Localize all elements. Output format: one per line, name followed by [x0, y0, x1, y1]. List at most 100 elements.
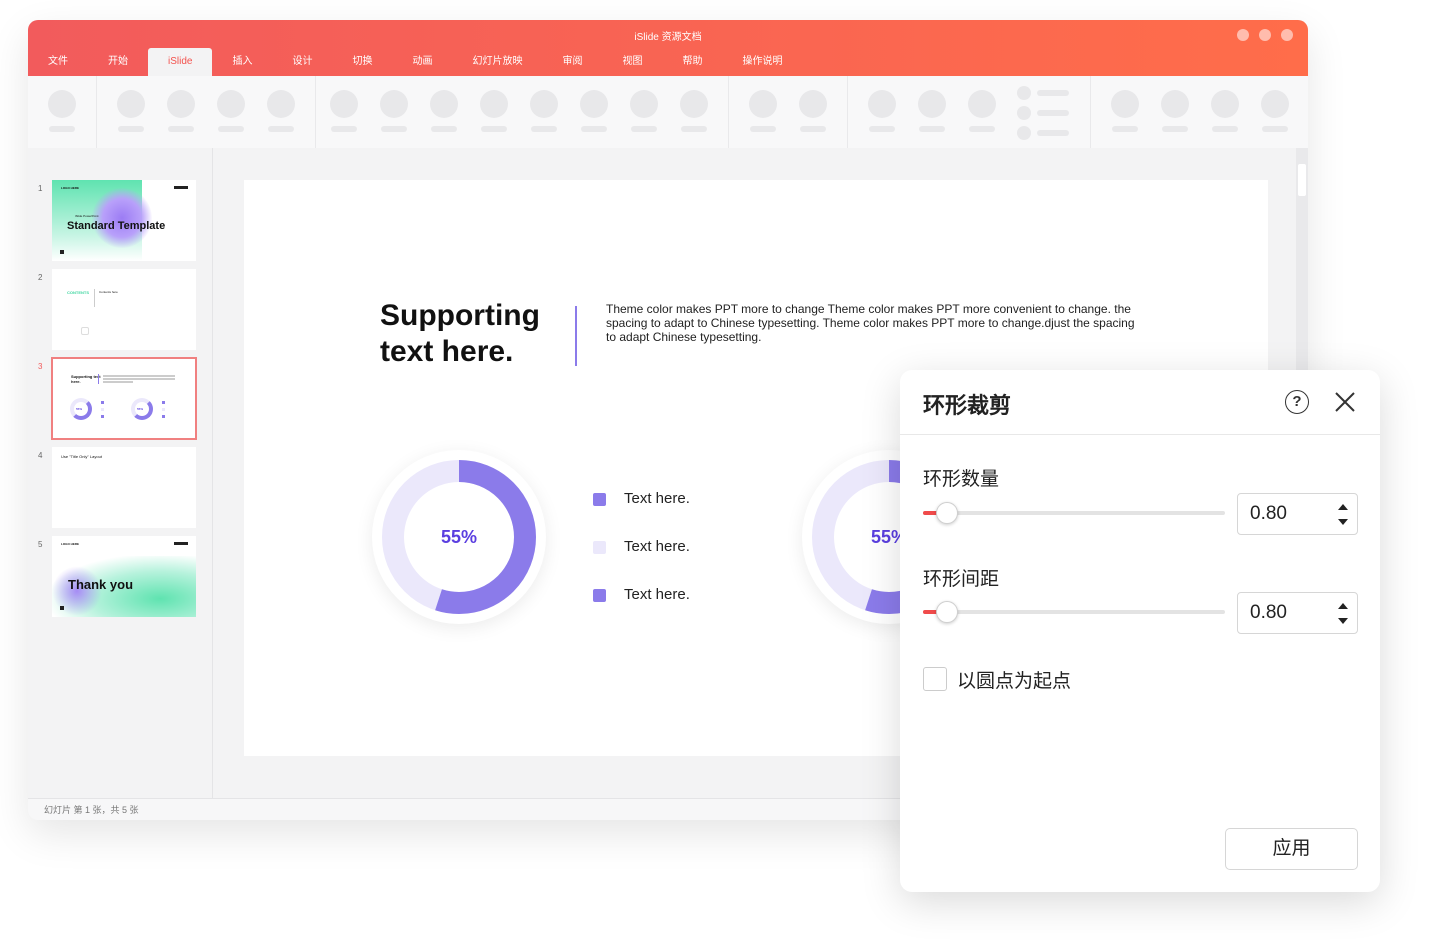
ring-spacing-stepper[interactable]: 0.80 — [1237, 592, 1358, 634]
slide-thumbnail-1[interactable]: LOGO HERE iSlide PowerPoint Standard Tem… — [52, 180, 196, 261]
toolbar-button[interactable] — [627, 90, 661, 138]
ring-count-label: 环形数量 — [923, 469, 1000, 490]
scrollbar-thumb[interactable] — [1298, 164, 1306, 196]
toolbar-button[interactable] — [1208, 90, 1242, 138]
thumbnail-legend-dot — [101, 415, 104, 418]
thumbnail-number: 1 — [38, 184, 43, 193]
slide-thumbnail-panel: 1 LOGO HERE iSlide PowerPoint Standard T… — [28, 148, 213, 798]
toolbar-button[interactable] — [965, 90, 999, 138]
window-controls — [1237, 29, 1293, 41]
increment-icon[interactable] — [1337, 502, 1349, 512]
toolbar-button[interactable] — [865, 90, 899, 138]
minimize-button[interactable] — [1237, 29, 1249, 41]
slide-title[interactable]: Supporting text here. — [380, 298, 540, 370]
ring-count-value[interactable]: 0.80 — [1250, 503, 1287, 525]
decrement-icon[interactable] — [1337, 517, 1349, 527]
apply-button[interactable]: 应用 — [1225, 828, 1358, 870]
thumbnail-item-5: 5 LOGO HERE Thank you — [28, 536, 213, 618]
toolbar-button[interactable] — [796, 90, 830, 138]
toolbar-button[interactable] — [1258, 90, 1292, 138]
toolbar-group-4 — [729, 76, 848, 148]
tab-file[interactable]: 文件 — [28, 48, 88, 76]
tab-home[interactable]: 开始 — [88, 48, 148, 76]
toolbar-button[interactable] — [915, 90, 949, 138]
thumbnail-text-line — [103, 378, 175, 380]
start-from-dot-checkbox[interactable] — [923, 667, 947, 691]
thumbnail-item-4: 4 Use "Title Only" Layout — [28, 447, 213, 529]
toolbar-button[interactable] — [114, 90, 148, 138]
close-icon[interactable] — [1333, 390, 1357, 414]
thumbnail-legend-dot — [162, 401, 165, 404]
toolbar-button[interactable] — [1158, 90, 1192, 138]
toolbar-button[interactable] — [527, 90, 561, 138]
thumbnail-title: Use "Title Only" Layout — [61, 454, 102, 459]
toolbar-button[interactable] — [1108, 90, 1142, 138]
thumbnail-legend-dot — [101, 408, 104, 411]
tab-view[interactable]: 视图 — [602, 48, 662, 76]
legend-text: Text here. — [624, 490, 690, 507]
thumbnail-donut-label: 55% — [76, 407, 83, 411]
thumbnail-divider — [94, 289, 95, 307]
tab-animations[interactable]: 动画 — [392, 48, 452, 76]
toolbar-button[interactable] — [746, 90, 780, 138]
tab-tell-me[interactable]: 操作说明 — [722, 48, 802, 76]
thumbnail-number: 5 — [38, 540, 43, 549]
help-icon[interactable]: ? — [1285, 390, 1309, 414]
ring-spacing-label: 环形间距 — [923, 569, 1000, 590]
ring-spacing-slider[interactable] — [923, 601, 1225, 623]
slide-thumbnail-2[interactable]: CONTENTS Contents here — [52, 269, 196, 350]
ring-count-slider[interactable] — [923, 502, 1225, 524]
thumbnail-dot — [60, 250, 64, 254]
tab-review[interactable]: 审阅 — [542, 48, 602, 76]
tab-insert[interactable]: 插入 — [212, 48, 272, 76]
toolbar-button[interactable] — [427, 90, 461, 138]
thumbnail-text-line — [103, 381, 133, 383]
toolbar-button[interactable] — [327, 90, 361, 138]
tab-help[interactable]: 帮助 — [662, 48, 722, 76]
slide-thumbnail-3[interactable]: Supporting text here. 55% 55% — [51, 357, 197, 440]
tab-transitions[interactable]: 切换 — [332, 48, 392, 76]
ribbon-toolbar — [28, 76, 1308, 148]
toolbar-list-control[interactable] — [1017, 86, 1073, 140]
slide-title-line-1: Supporting — [380, 299, 540, 332]
dialog-title: 环形裁剪 — [923, 393, 1012, 418]
ring-spacing-value[interactable]: 0.80 — [1250, 602, 1287, 624]
thumbnail-contents-sub: Contents here — [99, 290, 118, 294]
slide-thumbnail-4[interactable]: Use "Title Only" Layout — [52, 447, 196, 528]
start-from-dot-label[interactable]: 以圆点为起点 — [957, 666, 1071, 693]
slide-thumbnail-5[interactable]: LOGO HERE Thank you — [52, 536, 196, 617]
dialog-header-divider — [900, 434, 1380, 435]
toolbar-button[interactable] — [477, 90, 511, 138]
thumbnail-number: 4 — [38, 451, 43, 460]
toolbar-button[interactable] — [577, 90, 611, 138]
toolbar-button[interactable] — [677, 90, 711, 138]
slider-handle[interactable] — [936, 502, 959, 524]
tab-islide[interactable]: iSlide — [148, 48, 213, 76]
toolbar-button[interactable] — [264, 90, 298, 138]
thumbnail-icon — [81, 327, 89, 335]
thumbnail-title: Thank you — [68, 577, 134, 592]
toolbar-button[interactable] — [214, 90, 248, 138]
toolbar-button[interactable] — [164, 90, 198, 138]
slide-body-text[interactable]: Theme color makes PPT more to change The… — [606, 302, 1136, 344]
title-divider — [575, 306, 577, 366]
decrement-icon[interactable] — [1337, 616, 1349, 626]
ring-count-stepper[interactable]: 0.80 — [1237, 493, 1358, 535]
tab-slideshow[interactable]: 幻灯片放映 — [452, 48, 542, 76]
thumbnail-legend-dot — [162, 408, 165, 411]
tab-design[interactable]: 设计 — [272, 48, 332, 76]
thumbnail-item-3: 3 Supporting text here. 55% 55% — [28, 357, 213, 440]
toolbar-button[interactable] — [377, 90, 411, 138]
increment-icon[interactable] — [1337, 601, 1349, 611]
legend-item-1: Text here. — [593, 489, 793, 509]
toolbar-group-3 — [316, 76, 729, 148]
slider-handle[interactable] — [936, 601, 959, 623]
thumbnail-legend-dot — [101, 401, 104, 404]
toolbar-group-1 — [28, 76, 97, 148]
slide-title-line-2: text here. — [380, 335, 514, 368]
close-window-button[interactable] — [1281, 29, 1293, 41]
ribbon-tabs: 文件 开始 iSlide 插入 设计 切换 动画 幻灯片放映 审阅 视图 帮助 … — [28, 48, 802, 76]
donut-chart-1[interactable]: 55% — [372, 450, 546, 624]
zoom-button[interactable] — [1259, 29, 1271, 41]
toolbar-button[interactable] — [45, 90, 79, 138]
